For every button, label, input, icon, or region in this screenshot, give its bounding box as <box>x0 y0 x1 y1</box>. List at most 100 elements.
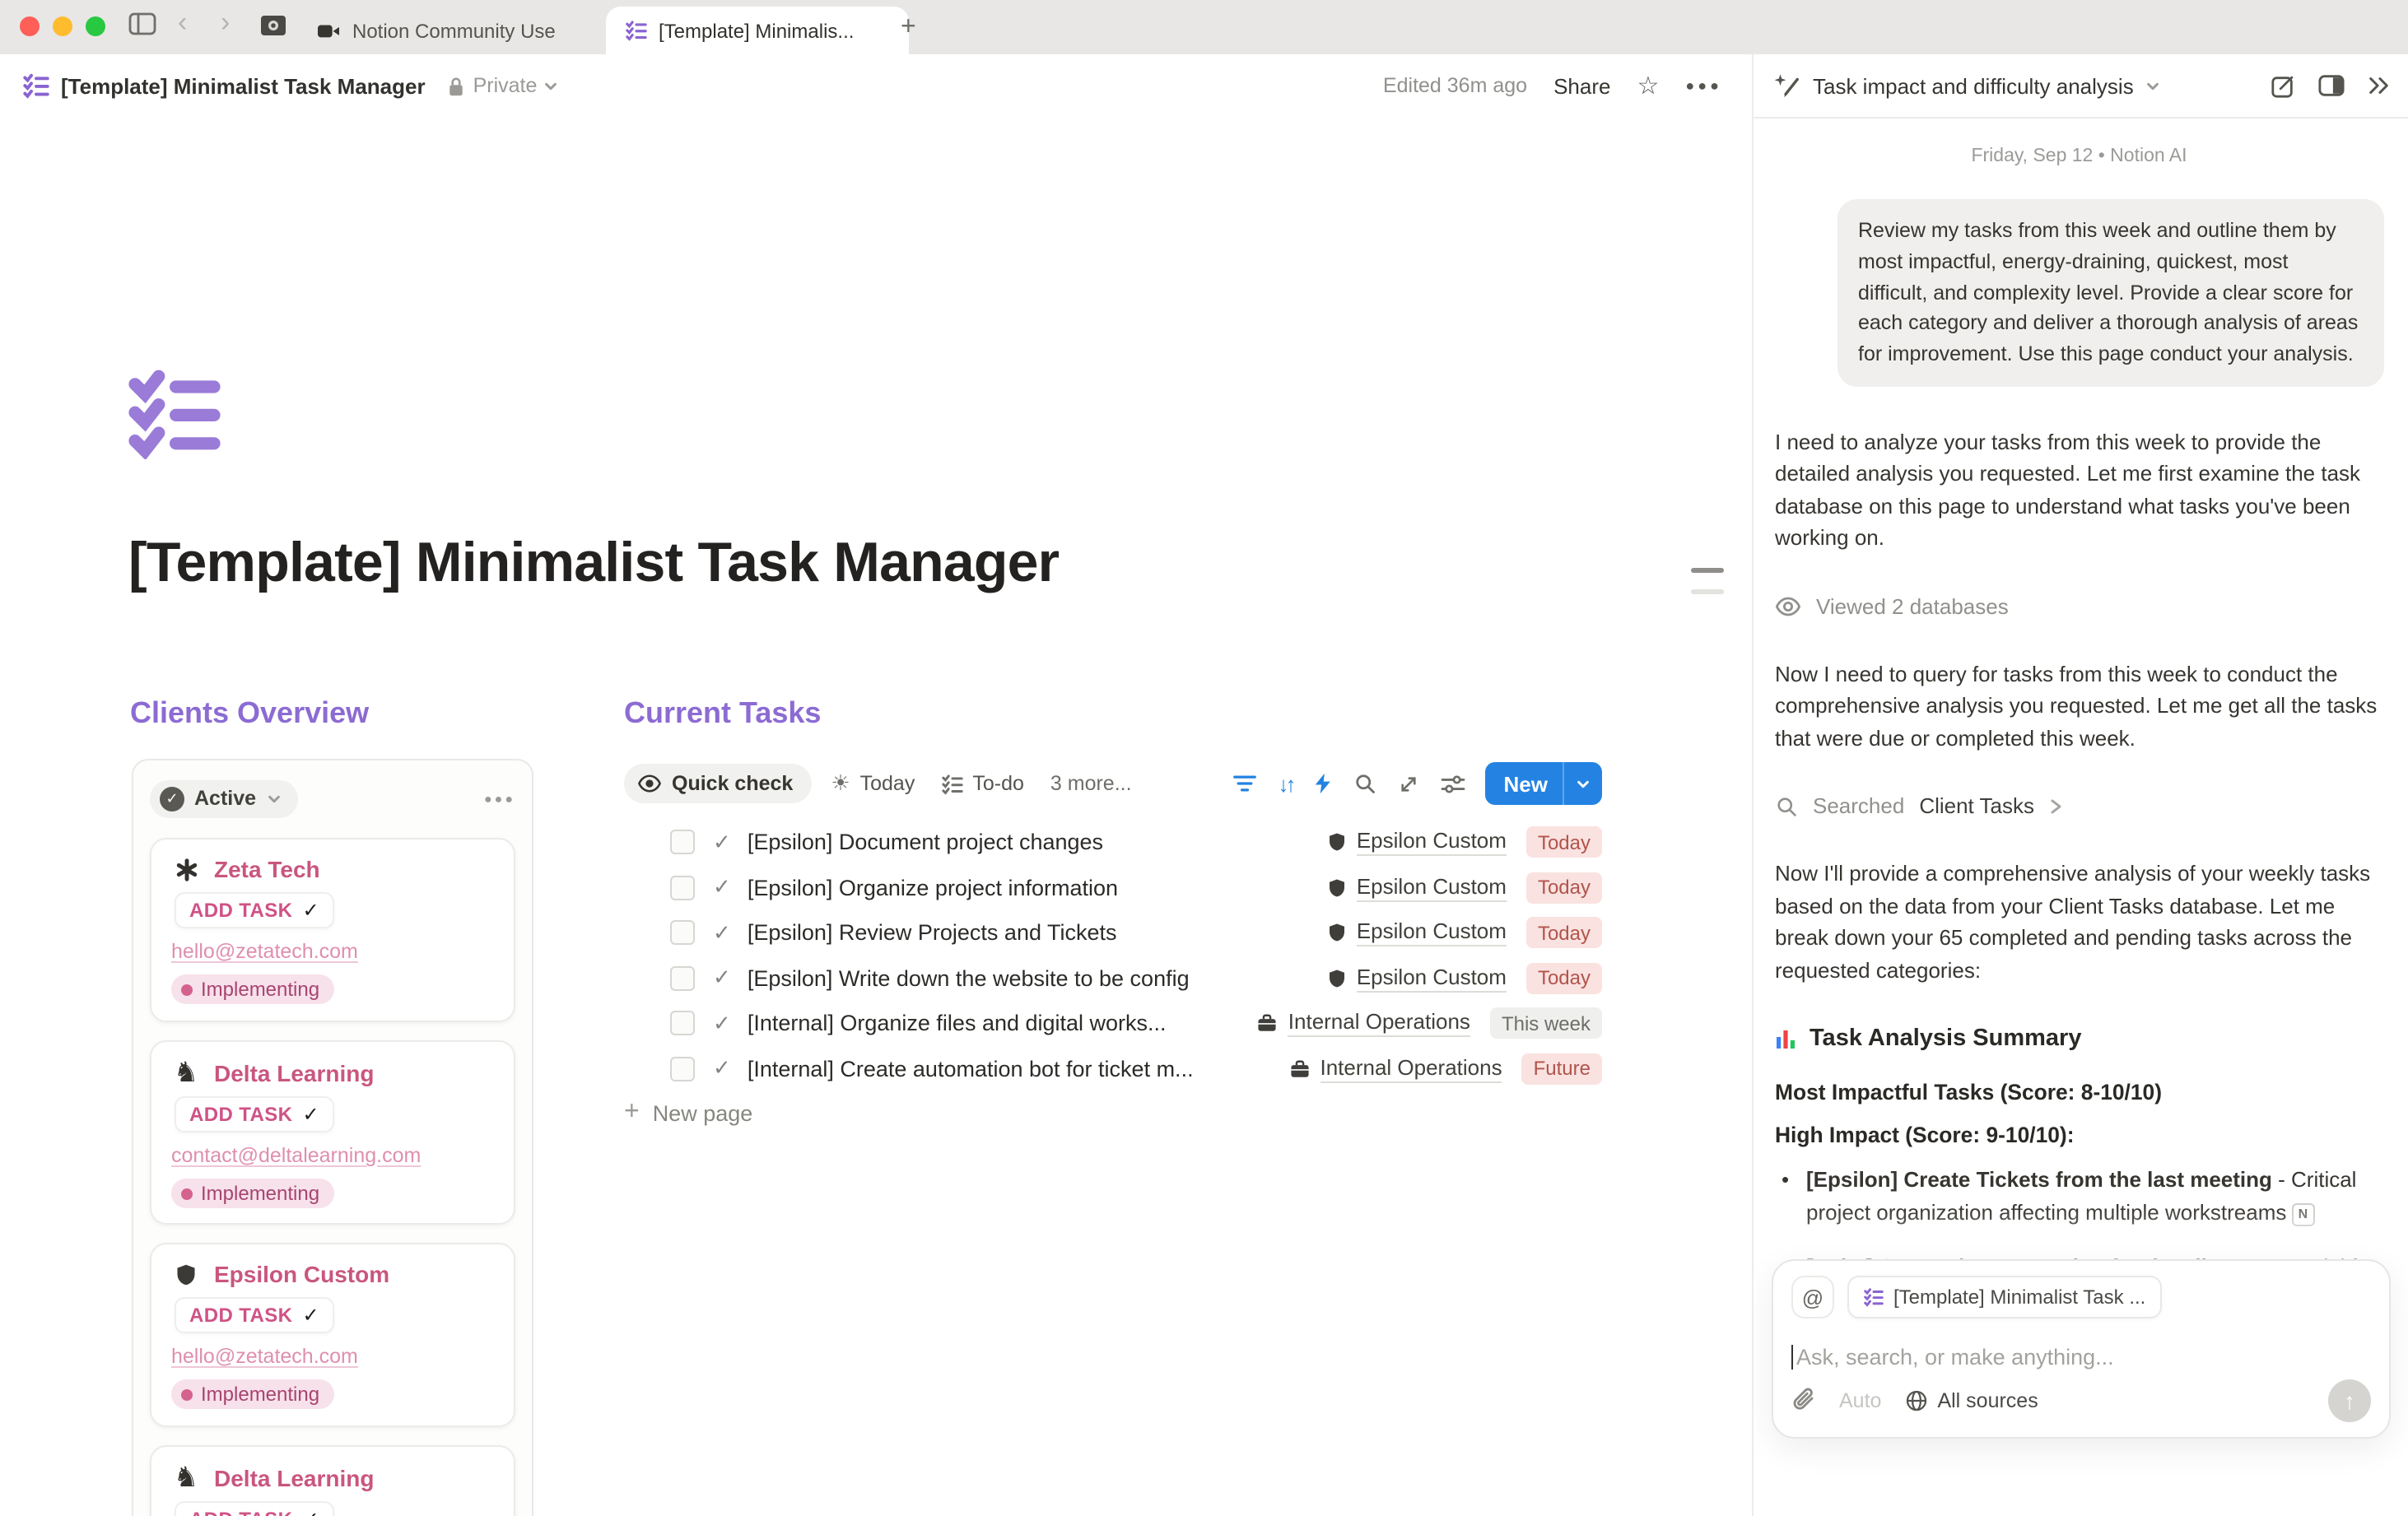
searched-database[interactable]: Client Tasks <box>1919 794 2034 819</box>
client-card[interactable]: ♞ Delta Learning ADD TASK✓ contact@delta… <box>150 1445 515 1516</box>
composer-input[interactable]: Ask, search, or make anything... <box>1791 1340 2371 1373</box>
forward-icon[interactable]: › <box>221 7 230 40</box>
privacy-label: Private <box>473 74 538 97</box>
task-row[interactable]: ✓ [Internal] Create automation bot for t… <box>624 1046 1602 1091</box>
new-page-button[interactable]: + New page <box>624 1098 752 1128</box>
summary-heading: Task Analysis Summary <box>1775 1026 2383 1053</box>
context-page-chip[interactable]: [Template] Minimalist Task ... <box>1847 1276 2162 1318</box>
view-tab-quick-check[interactable]: Quick check <box>624 764 811 803</box>
add-task-button[interactable]: ADD TASK✓ <box>175 1501 334 1516</box>
compose-icon[interactable] <box>2270 73 2294 98</box>
view-tab-today[interactable]: ☀ Today <box>831 770 915 797</box>
client-card[interactable]: Epsilon Custom ADD TASK✓ hello@zetatech.… <box>150 1243 515 1427</box>
task-checkbox[interactable] <box>670 1057 695 1081</box>
more-options-icon[interactable]: ●●● <box>1685 77 1722 94</box>
browser-tab-template-active[interactable]: [Template] Minimalis... <box>606 7 909 54</box>
send-button[interactable]: ↑ <box>2328 1379 2371 1422</box>
client-email-link[interactable]: contact@deltalearning.com <box>171 1144 494 1167</box>
new-task-button[interactable]: New <box>1486 762 1602 805</box>
tab-strip: ‹ › Notion Community Use [Template] Mini… <box>0 0 2408 54</box>
view-tab-todo[interactable]: To-do <box>941 772 1024 795</box>
favorite-star-icon[interactable]: ☆ <box>1637 71 1659 100</box>
lightning-icon[interactable] <box>1315 772 1333 795</box>
close-window-button[interactable] <box>20 16 40 36</box>
task-checkbox[interactable] <box>670 1011 695 1036</box>
collapse-panel-icon[interactable] <box>2367 76 2390 95</box>
all-sources-button[interactable]: All sources <box>1904 1389 2038 1412</box>
ai-composer[interactable]: @ [Template] Minimalist Task ... Ask, se… <box>1772 1259 2391 1439</box>
task-row[interactable]: ✓ [Epsilon] Document project changes Eps… <box>624 820 1602 865</box>
notion-page-badge-icon[interactable]: N <box>2291 1203 2314 1226</box>
shield-icon <box>1327 877 1347 899</box>
task-client[interactable]: Epsilon Custom <box>1327 874 1507 902</box>
task-checkbox[interactable] <box>670 966 695 991</box>
group-menu-icon[interactable]: ●●● <box>484 791 515 806</box>
panel-toggle-icon[interactable] <box>2317 74 2344 97</box>
view-settings-icon[interactable] <box>1442 773 1466 794</box>
share-button[interactable]: Share <box>1553 73 1610 98</box>
expand-icon[interactable] <box>1399 773 1420 794</box>
searched-row[interactable]: Searched Client Tasks <box>1775 794 2383 819</box>
client-card[interactable]: ♞ Delta Learning ADD TASK✓ contact@delta… <box>150 1040 515 1225</box>
toc-indicator[interactable] <box>1691 568 1724 573</box>
ai-panel: Task impact and difficulty analysis Frid… <box>1752 54 2408 1516</box>
check-circle-icon: ✓ <box>160 786 184 811</box>
filter-icon[interactable] <box>1234 774 1257 793</box>
task-row[interactable]: ✓ [Internal] Organize files and digital … <box>624 1001 1602 1046</box>
task-client[interactable]: Internal Operations <box>1288 1055 1502 1083</box>
group-active-chip[interactable]: ✓ Active <box>150 779 297 817</box>
due-badge: This week <box>1490 1008 1602 1039</box>
client-card[interactable]: Zeta Tech ADD TASK✓ hello@zetatech.com I… <box>150 838 515 1022</box>
client-name[interactable]: Delta Learning <box>214 1464 375 1490</box>
task-client[interactable]: Epsilon Custom <box>1327 919 1507 947</box>
window-controls <box>20 16 105 36</box>
task-client[interactable]: Internal Operations <box>1257 1010 1470 1038</box>
notion-window: ‹ › Notion Community Use [Template] Mini… <box>0 0 2408 1516</box>
add-task-button[interactable]: ADD TASK✓ <box>175 1096 334 1132</box>
mention-button[interactable]: @ <box>1791 1276 1834 1318</box>
check-icon: ✓ <box>713 1011 731 1037</box>
app-thumbnail-icon[interactable] <box>260 15 286 36</box>
client-name[interactable]: Epsilon Custom <box>214 1261 389 1287</box>
tasks-toolbar: Quick check ☀ Today To-do 3 more... ↓↑ <box>624 760 1602 807</box>
new-tab-button[interactable]: + <box>901 13 916 43</box>
task-checkbox[interactable] <box>670 876 695 900</box>
add-task-button[interactable]: ADD TASK✓ <box>175 892 334 928</box>
client-name[interactable]: Delta Learning <box>214 1059 375 1086</box>
task-checkbox[interactable] <box>670 921 695 946</box>
task-checkbox[interactable] <box>670 830 695 855</box>
client-name[interactable]: Zeta Tech <box>214 856 320 882</box>
page-checklist-icon[interactable] <box>128 367 221 459</box>
auto-mode-label[interactable]: Auto <box>1839 1389 1881 1412</box>
zoom-window-button[interactable] <box>86 16 105 36</box>
checklist-icon <box>23 72 49 99</box>
privacy-control[interactable]: Private <box>447 74 559 97</box>
task-client[interactable]: Epsilon Custom <box>1327 829 1507 857</box>
viewed-databases-row[interactable]: Viewed 2 databases <box>1775 594 2383 619</box>
toc-indicator[interactable] <box>1691 589 1724 594</box>
task-client[interactable]: Epsilon Custom <box>1327 965 1507 993</box>
sidebar-toggle-icon[interactable] <box>128 12 156 36</box>
minimize-window-button[interactable] <box>53 16 72 36</box>
task-row[interactable]: ✓ [Epsilon] Organize project information… <box>624 865 1602 910</box>
breadcrumb-title[interactable]: [Template] Minimalist Task Manager <box>61 73 426 98</box>
status-dot <box>181 984 193 995</box>
search-icon[interactable] <box>1354 772 1377 795</box>
client-email-link[interactable]: hello@zetatech.com <box>171 940 494 963</box>
ai-thread-title[interactable]: Task impact and difficulty analysis <box>1773 72 2160 99</box>
asterisk-icon <box>171 857 201 881</box>
sort-icon[interactable]: ↓↑ <box>1279 771 1293 796</box>
add-task-button[interactable]: ADD TASK✓ <box>175 1297 334 1333</box>
task-row[interactable]: ✓ [Epsilon] Review Projects and Tickets … <box>624 910 1602 956</box>
checklist-icon <box>941 773 962 794</box>
more-views-button[interactable]: 3 more... <box>1050 772 1132 795</box>
back-icon[interactable]: ‹ <box>178 7 187 40</box>
attachment-icon[interactable] <box>1791 1388 1816 1414</box>
client-email-link[interactable]: hello@zetatech.com <box>171 1345 494 1368</box>
page-title[interactable]: [Template] Minimalist Task Manager <box>128 532 1059 596</box>
task-row[interactable]: ✓ [Epsilon] Write down the website to be… <box>624 956 1602 1001</box>
ai-conversation: Friday, Sep 12 • Notion AI Review my tas… <box>1754 117 2408 1318</box>
chevron-down-icon[interactable] <box>1564 776 1602 791</box>
browser-tab-notion-community[interactable]: Notion Community Use <box>296 7 575 54</box>
chevron-down-icon <box>2145 78 2160 93</box>
